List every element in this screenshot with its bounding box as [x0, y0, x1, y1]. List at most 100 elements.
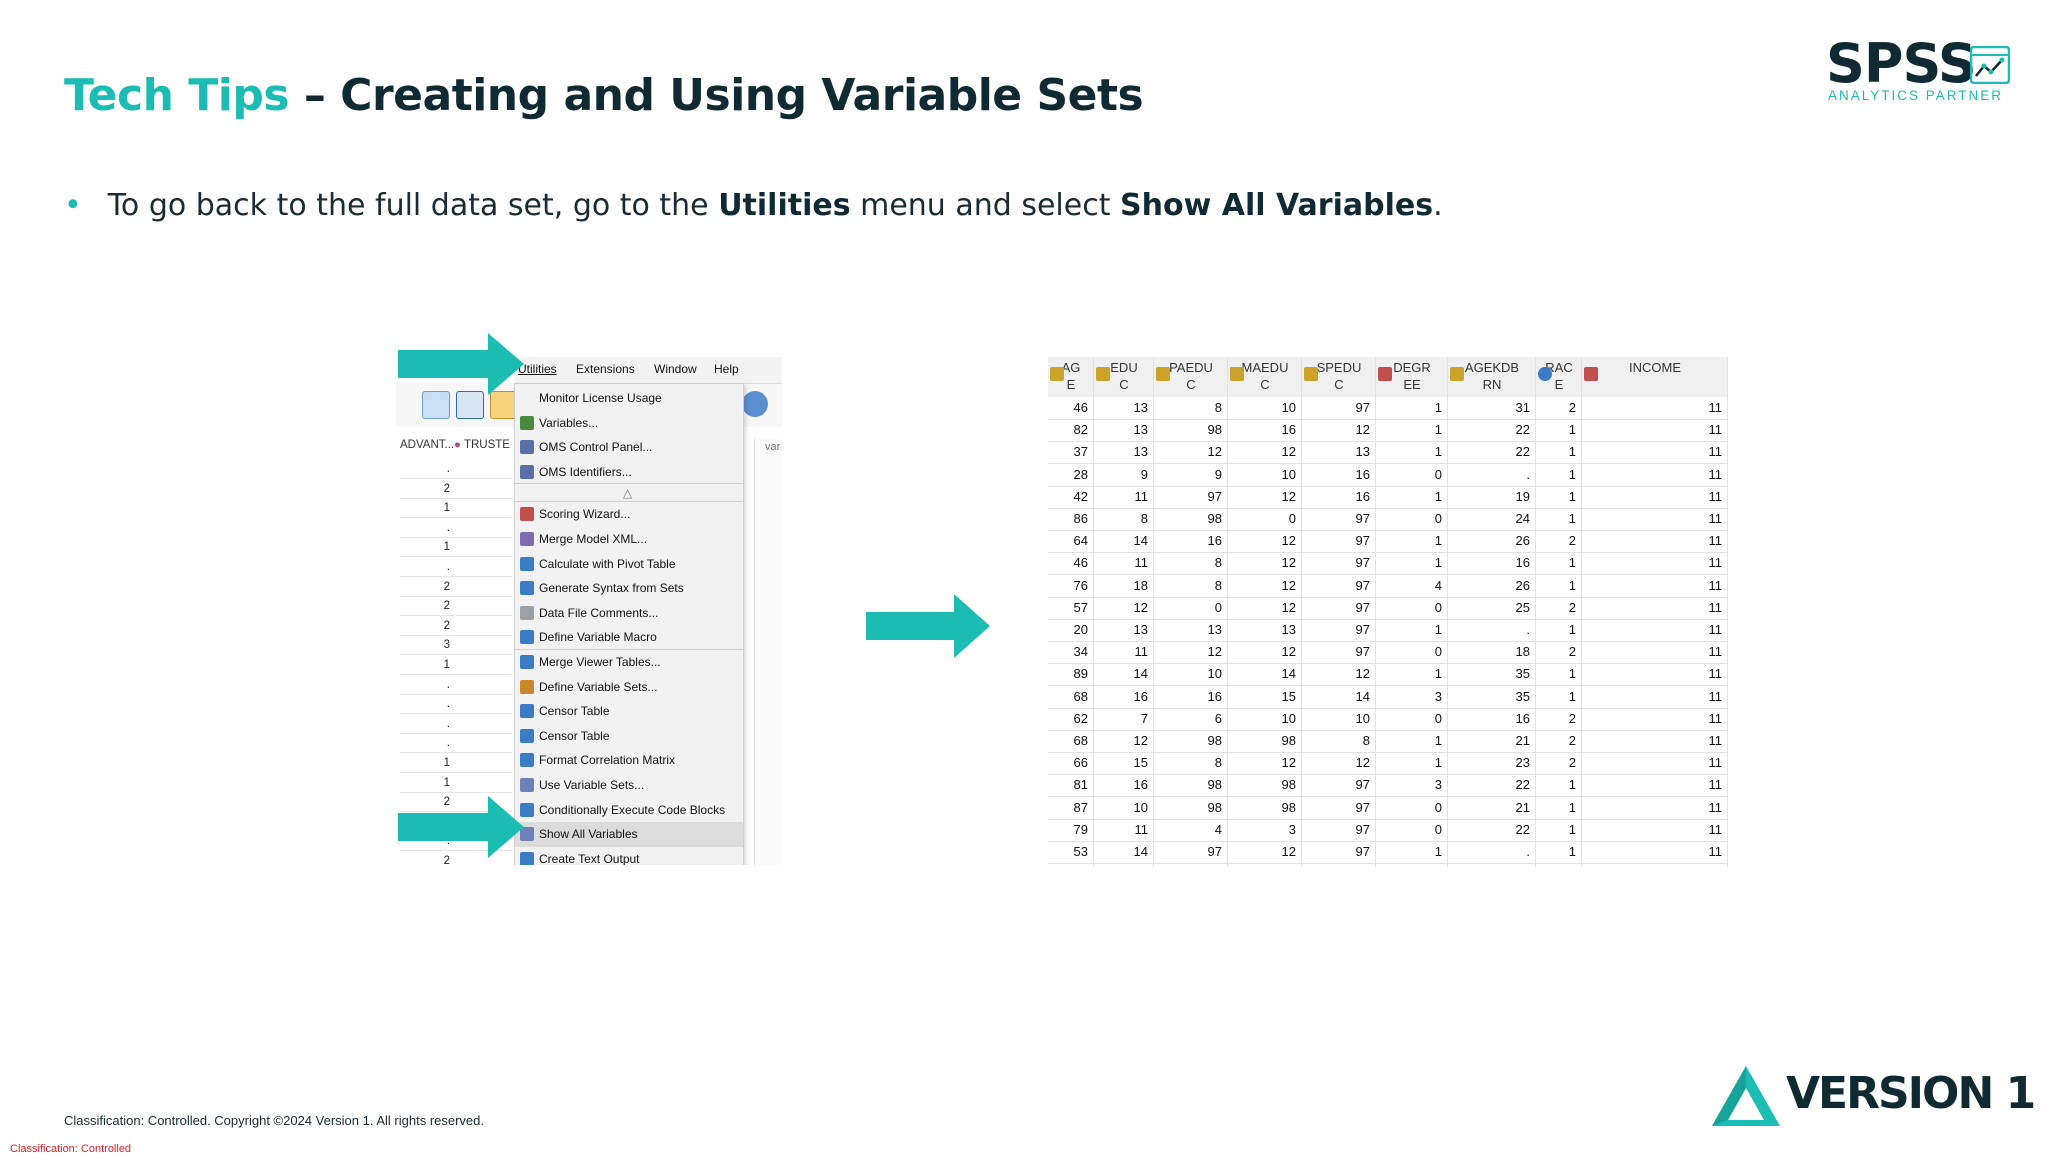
table-cell[interactable]: 8: [1094, 511, 1148, 526]
table-cell[interactable]: 87: [1048, 800, 1088, 815]
table-cell[interactable]: 86: [1048, 511, 1088, 526]
table-cell[interactable]: 46: [1048, 555, 1088, 570]
menu-help[interactable]: Help: [714, 362, 739, 376]
menu-window[interactable]: Window: [654, 362, 697, 376]
column-header-truste[interactable]: ● TRUSTE: [454, 439, 510, 461]
table-cell[interactable]: 12: [1228, 533, 1296, 548]
table-cell[interactable]: 81: [1048, 777, 1088, 792]
table-cell[interactable]: .: [1448, 467, 1530, 482]
table-cell[interactable]: 2: [1536, 733, 1576, 748]
table-cell[interactable]: 11: [1582, 755, 1723, 770]
table-cell[interactable]: 3: [1376, 689, 1442, 704]
table-cell[interactable]: 1: [1536, 800, 1576, 815]
table-cell[interactable]: 22: [1448, 422, 1530, 437]
table-cell[interactable]: .: [1448, 844, 1530, 859]
table-cell[interactable]: 4: [1154, 822, 1222, 837]
table-cell[interactable]: 98: [1228, 777, 1296, 792]
table-cell[interactable]: 1: [1376, 533, 1442, 548]
table-cell[interactable]: 97: [1302, 844, 1370, 859]
table-cell[interactable]: 12: [1228, 600, 1296, 615]
table-cell[interactable]: 98: [1154, 422, 1222, 437]
table-cell[interactable]: 1: [1376, 422, 1442, 437]
table-cell[interactable]: 11: [1094, 489, 1149, 504]
table-cell[interactable]: 76: [1048, 578, 1088, 593]
table-cell[interactable]: 62: [1048, 711, 1088, 726]
table-cell[interactable]: 20: [1048, 622, 1088, 637]
table-cell[interactable]: 24: [1448, 511, 1530, 526]
table-cell[interactable]: 12: [1154, 444, 1222, 459]
left-grid-cell[interactable]: 2: [396, 483, 450, 495]
table-cell[interactable]: 66: [1048, 755, 1088, 770]
table-cell[interactable]: 11: [1582, 711, 1723, 726]
table-cell[interactable]: 1: [1536, 777, 1576, 792]
table-cell[interactable]: 21: [1448, 733, 1530, 748]
menu-item-scroll-up[interactable]: △: [515, 484, 743, 502]
table-cell[interactable]: 98: [1228, 733, 1296, 748]
table-cell[interactable]: 97: [1302, 578, 1370, 593]
table-cell[interactable]: 34: [1048, 644, 1088, 659]
table-cell[interactable]: 11: [1582, 511, 1723, 526]
table-cell[interactable]: 25: [1448, 600, 1530, 615]
table-cell[interactable]: 8: [1154, 755, 1222, 770]
left-grid-cell[interactable]: 1: [396, 777, 450, 789]
table-cell[interactable]: 89: [1048, 666, 1088, 681]
table-cell[interactable]: 97: [1302, 800, 1370, 815]
menu-item-define-variable-macro[interactable]: Define Variable Macro: [515, 625, 743, 650]
table-cell[interactable]: 1: [1536, 689, 1576, 704]
menu-item-show-all-variables[interactable]: Show All Variables: [515, 822, 743, 847]
table-cell[interactable]: 11: [1094, 555, 1149, 570]
left-grid-cell[interactable]: 1: [396, 757, 450, 769]
table-cell[interactable]: 12: [1228, 555, 1296, 570]
table-cell[interactable]: 10: [1228, 467, 1296, 482]
table-cell[interactable]: 8: [1302, 733, 1370, 748]
table-cell[interactable]: 11: [1582, 733, 1723, 748]
table-cell[interactable]: 13: [1302, 444, 1370, 459]
table-cell[interactable]: 16: [1228, 422, 1296, 437]
table-cell[interactable]: 97: [1302, 511, 1370, 526]
table-cell[interactable]: 46: [1048, 400, 1088, 415]
left-grid-cell[interactable]: .: [396, 718, 450, 730]
table-cell[interactable]: 97: [1302, 555, 1370, 570]
table-cell[interactable]: 68: [1048, 733, 1088, 748]
menu-item-censor-table[interactable]: Censor Table: [515, 724, 743, 749]
table-cell[interactable]: 1: [1376, 666, 1442, 681]
table-cell[interactable]: 1: [1536, 489, 1576, 504]
table-cell[interactable]: 16: [1094, 689, 1148, 704]
table-cell[interactable]: 1: [1376, 755, 1442, 770]
table-cell[interactable]: 14: [1302, 689, 1370, 704]
menu-extensions[interactable]: Extensions: [576, 362, 635, 376]
table-cell[interactable]: 98: [1154, 777, 1222, 792]
table-cell[interactable]: 0: [1154, 600, 1222, 615]
left-grid-cell[interactable]: .: [396, 679, 450, 691]
table-cell[interactable]: 98: [1154, 511, 1222, 526]
column-header-age[interactable]: AG E: [1048, 359, 1094, 397]
table-cell[interactable]: 68: [1048, 689, 1088, 704]
left-grid-cell[interactable]: 2: [396, 620, 450, 632]
table-cell[interactable]: 1: [1536, 467, 1576, 482]
table-cell[interactable]: 64: [1048, 533, 1088, 548]
table-cell[interactable]: 11: [1094, 644, 1149, 659]
table-cell[interactable]: 18: [1094, 578, 1148, 593]
table-cell[interactable]: 1: [1376, 555, 1442, 570]
table-cell[interactable]: 3: [1376, 777, 1442, 792]
table-cell[interactable]: 14: [1094, 666, 1148, 681]
table-cell[interactable]: 97: [1154, 844, 1222, 859]
table-cell[interactable]: 1: [1536, 622, 1576, 637]
table-cell[interactable]: 11: [1582, 578, 1723, 593]
table-cell[interactable]: 11: [1582, 644, 1723, 659]
menu-item-define-variable-sets[interactable]: Define Variable Sets...: [515, 675, 743, 700]
table-cell[interactable]: 42: [1048, 489, 1088, 504]
column-header-maeduc[interactable]: MAEDU C: [1228, 359, 1302, 397]
table-cell[interactable]: 22: [1448, 822, 1530, 837]
table-cell[interactable]: 53: [1048, 844, 1088, 859]
table-cell[interactable]: 9: [1154, 467, 1222, 482]
column-header-speduc[interactable]: SPEDU C: [1302, 359, 1376, 397]
table-cell[interactable]: 19: [1448, 489, 1530, 504]
table-cell[interactable]: 28: [1048, 467, 1088, 482]
table-cell[interactable]: 13: [1094, 622, 1148, 637]
column-header-income[interactable]: INCOME: [1582, 359, 1728, 397]
left-grid-cell[interactable]: 3: [396, 639, 450, 651]
table-cell[interactable]: 10: [1228, 400, 1296, 415]
left-grid-cell[interactable]: .: [396, 737, 450, 749]
table-cell[interactable]: 2: [1536, 644, 1576, 659]
